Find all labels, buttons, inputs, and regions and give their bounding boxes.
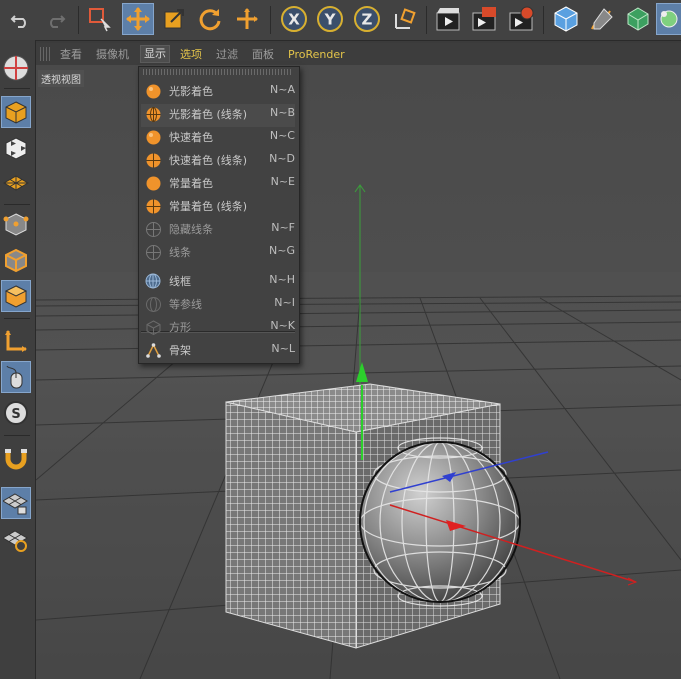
pen-spline-icon[interactable] — [586, 3, 618, 35]
skeleton-icon — [145, 342, 161, 358]
gray-wire-sphere-icon — [145, 244, 161, 260]
x-axis-lock-icon[interactable]: X — [278, 3, 310, 35]
render-to-picture-viewer-icon[interactable] — [468, 3, 500, 35]
menu-display[interactable]: 显示 — [140, 45, 170, 63]
left-toolbar: S — [0, 40, 36, 679]
workplane-mode-icon[interactable] — [1, 168, 31, 200]
scale-tool-icon[interactable] — [158, 3, 190, 35]
menu-view[interactable]: 查看 — [57, 47, 85, 63]
model-mode-icon[interactable] — [1, 96, 31, 128]
cloner-object-icon[interactable] — [656, 3, 681, 35]
menu-item-constant-shading[interactable]: 常量着色 N~E — [139, 171, 299, 194]
menu-prorender[interactable]: ProRender — [285, 47, 348, 63]
menu-item-skeleton[interactable]: 骨架 N~L — [139, 338, 299, 361]
svg-text:Y: Y — [324, 11, 337, 29]
render-settings-icon[interactable] — [505, 3, 537, 35]
menu-item-box[interactable]: 方形 N~K — [139, 315, 299, 338]
menu-item-gouraud-shading-lines[interactable]: 光影着色 (线条) N~B — [139, 102, 299, 125]
viewport-menubar: 查看 摄像机 显示 选项 过滤 面板 ProRender — [36, 43, 681, 65]
transform-tool-icon[interactable] — [231, 3, 263, 35]
display-menu: 光影着色 N~A 光影着色 (线条) N~B 快速着色 N~C 快速着色 (线条… — [138, 66, 300, 364]
y-axis-lock-icon[interactable]: Y — [314, 3, 346, 35]
menu-item-hidden-line[interactable]: 隐藏线条 N~F — [139, 217, 299, 240]
menu-panel[interactable]: 面板 — [249, 47, 277, 63]
subdivision-surface-icon[interactable] — [622, 3, 654, 35]
menu-item-isoparms[interactable]: 等参线 N~I — [139, 292, 299, 315]
texture-mode-icon[interactable] — [1, 132, 31, 164]
points-mode-icon[interactable] — [1, 208, 31, 240]
undo-icon[interactable] — [4, 3, 36, 35]
svg-text:S: S — [11, 407, 20, 422]
cube-object-icon[interactable] — [550, 3, 582, 35]
main-toolbar: X Y Z — [0, 0, 681, 41]
orange-sphere-icon — [145, 83, 161, 99]
orange-wire-sphere-icon — [145, 106, 161, 122]
redo-icon[interactable] — [40, 3, 72, 35]
planar-workplane-icon[interactable] — [1, 524, 31, 556]
menu-item-quick-shading[interactable]: 快速着色 N~C — [139, 125, 299, 148]
render-view-icon[interactable] — [432, 3, 464, 35]
menu-tearoff-grip[interactable] — [143, 69, 293, 75]
menu-item-lines[interactable]: 线条 N~G — [139, 240, 299, 263]
live-selection-icon[interactable] — [84, 3, 116, 35]
menubar-grip[interactable] — [40, 47, 52, 61]
axis-mode-icon[interactable] — [1, 325, 31, 357]
box-icon — [145, 319, 161, 335]
perspective-viewport[interactable] — [36, 65, 681, 679]
snap-icon[interactable] — [1, 442, 31, 474]
wireframe-sphere-icon — [145, 273, 161, 289]
rotate-tool-icon[interactable] — [194, 3, 226, 35]
orange-sphere-icon — [145, 129, 161, 145]
menu-item-wireframe[interactable]: 线框 N~H — [139, 269, 299, 292]
tweak-mode-icon[interactable] — [1, 361, 31, 393]
move-tool-icon[interactable] — [122, 3, 154, 35]
gray-wire-sphere-icon — [145, 221, 161, 237]
edges-mode-icon[interactable] — [1, 244, 31, 276]
isoparm-sphere-icon — [145, 296, 161, 312]
menu-item-constant-shading-lines[interactable]: 常量着色 (线条) — [139, 194, 299, 217]
svg-text:Z: Z — [362, 11, 373, 29]
orange-wire-sphere-icon — [145, 198, 161, 214]
menu-filter[interactable]: 过滤 — [213, 47, 241, 63]
sphere-mode-icon[interactable] — [1, 52, 31, 84]
menu-options[interactable]: 选项 — [177, 47, 205, 63]
orange-wire-sphere-icon — [145, 152, 161, 168]
orange-sphere-icon — [145, 175, 161, 191]
polygons-mode-icon[interactable] — [1, 280, 31, 312]
solo-mode-icon[interactable]: S — [1, 397, 31, 429]
menu-item-gouraud-shading[interactable]: 光影着色 N~A — [139, 79, 299, 102]
svg-text:X: X — [288, 11, 300, 29]
menu-camera[interactable]: 摄像机 — [93, 47, 132, 63]
coordinate-system-icon[interactable] — [388, 3, 420, 35]
locked-workplane-icon[interactable] — [1, 487, 31, 519]
viewport-title: 透视视图 — [38, 70, 84, 87]
z-axis-lock-icon[interactable]: Z — [351, 3, 383, 35]
viewport-scene — [36, 65, 681, 679]
menu-item-quick-shading-lines[interactable]: 快速着色 (线条) N~D — [139, 148, 299, 171]
